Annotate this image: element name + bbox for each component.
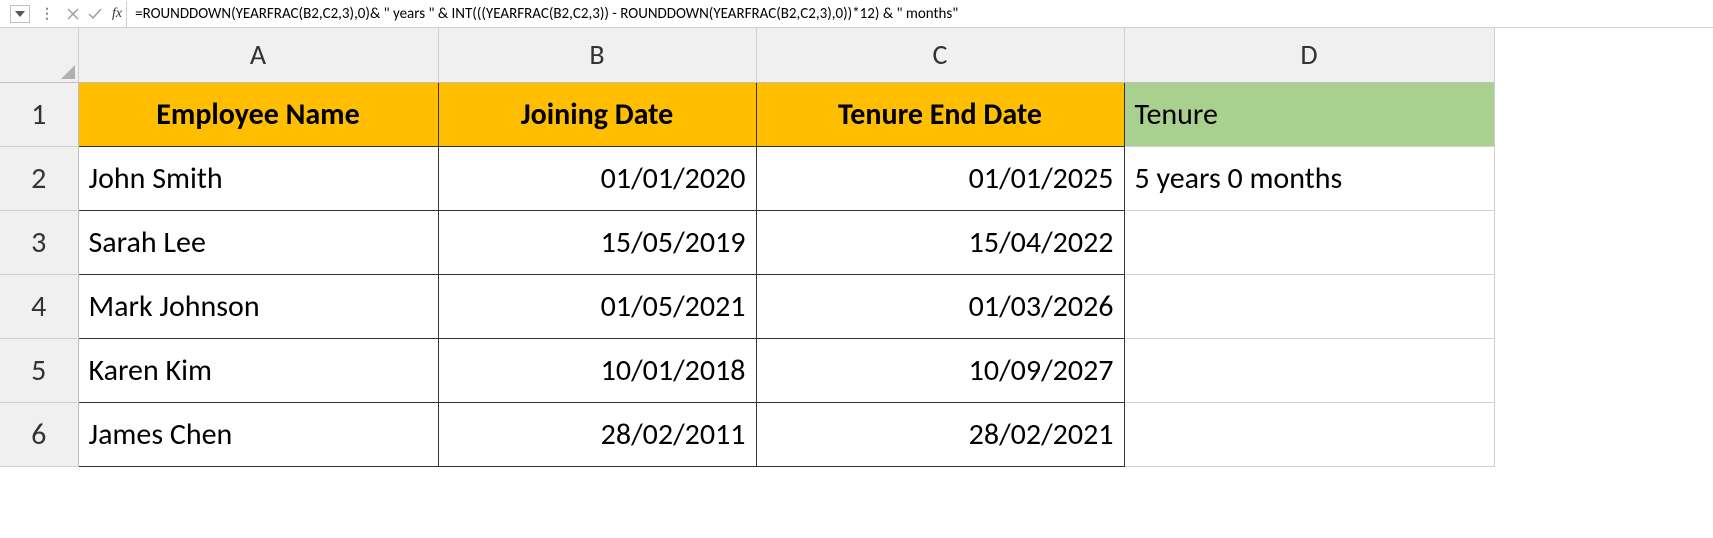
- cell-b1[interactable]: Joining Date: [438, 82, 756, 146]
- cell-c5[interactable]: 10/09/2027: [756, 338, 1124, 402]
- cell-a1[interactable]: Employee Name: [78, 82, 438, 146]
- cell-a2[interactable]: John Smith: [78, 146, 438, 210]
- cell-c2[interactable]: 01/01/2025: [756, 146, 1124, 210]
- cell-d3[interactable]: [1124, 210, 1494, 274]
- cell-c4[interactable]: 01/03/2026: [756, 274, 1124, 338]
- formula-bar-left: ⋮ fx: [10, 5, 126, 23]
- cell-b6[interactable]: 28/02/2011: [438, 402, 756, 466]
- column-header-d[interactable]: D: [1124, 28, 1494, 82]
- formula-bar-separator: ⋮: [40, 5, 54, 22]
- cell-b2[interactable]: 01/01/2020: [438, 146, 756, 210]
- chevron-down-icon: [15, 11, 25, 17]
- column-header-c[interactable]: C: [756, 28, 1124, 82]
- cell-d6[interactable]: [1124, 402, 1494, 466]
- cell-d1[interactable]: Tenure: [1124, 82, 1494, 146]
- cell-a6[interactable]: James Chen: [78, 402, 438, 466]
- fx-label[interactable]: fx: [112, 6, 122, 22]
- cell-d4[interactable]: [1124, 274, 1494, 338]
- row-header-5[interactable]: 5: [0, 338, 78, 402]
- cell-c6[interactable]: 28/02/2021: [756, 402, 1124, 466]
- row-header-1[interactable]: 1: [0, 82, 78, 146]
- cell-b3[interactable]: 15/05/2019: [438, 210, 756, 274]
- spreadsheet: A B C D 1 Employee Name Joining Date Ten…: [0, 28, 1713, 467]
- cell-d2[interactable]: 5 years 0 months: [1124, 146, 1494, 210]
- formula-bar: ⋮ fx: [0, 0, 1713, 28]
- select-all-corner[interactable]: [0, 28, 78, 82]
- column-header-b[interactable]: B: [438, 28, 756, 82]
- enter-icon[interactable]: [86, 5, 104, 23]
- column-header-a[interactable]: A: [78, 28, 438, 82]
- cell-b4[interactable]: 01/05/2021: [438, 274, 756, 338]
- cell-b5[interactable]: 10/01/2018: [438, 338, 756, 402]
- cell-d5[interactable]: [1124, 338, 1494, 402]
- cell-a4[interactable]: Mark Johnson: [78, 274, 438, 338]
- cell-a3[interactable]: Sarah Lee: [78, 210, 438, 274]
- cancel-icon[interactable]: [64, 5, 82, 23]
- name-box-dropdown[interactable]: [10, 5, 30, 23]
- cell-a5[interactable]: Karen Kim: [78, 338, 438, 402]
- row-header-4[interactable]: 4: [0, 274, 78, 338]
- row-header-3[interactable]: 3: [0, 210, 78, 274]
- row-header-2[interactable]: 2: [0, 146, 78, 210]
- row-header-6[interactable]: 6: [0, 402, 78, 466]
- cell-c3[interactable]: 15/04/2022: [756, 210, 1124, 274]
- formula-input[interactable]: [126, 1, 1713, 27]
- cell-c1[interactable]: Tenure End Date: [756, 82, 1124, 146]
